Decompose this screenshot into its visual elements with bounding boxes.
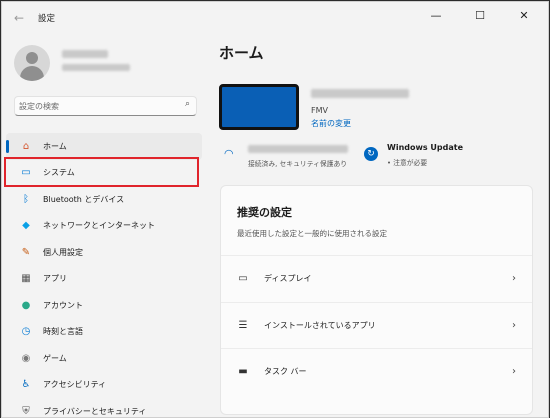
sidebar-item-label: ネットワークとインターネット	[43, 221, 155, 231]
network-status: 接続済み, セキュリティ保護あり	[248, 160, 348, 168]
user-email-redacted	[62, 64, 130, 71]
recommended-settings-card: 推奨の設定 最近使用した設定と一般的に使用される設定 ▭ ディスプレイ › ☰ インスト…	[220, 185, 533, 415]
sidebar-item-shield[interactable]: ⛨ プライバシーとセキュリティ	[6, 398, 202, 417]
app-list-icon: ☰	[238, 319, 248, 331]
avatar[interactable]	[14, 45, 50, 81]
windows-update-title[interactable]: Windows Update	[387, 143, 463, 152]
sidebar-item-label: Bluetooth とデバイス	[43, 194, 125, 204]
home-icon: ⌂	[22, 140, 30, 152]
sidebar-item-home[interactable]: ⌂ ホーム	[6, 133, 202, 160]
account-icon: ●	[21, 299, 31, 311]
chevron-right-icon: ›	[512, 273, 516, 284]
recommended-row-app-list[interactable]: ☰ インストールされているアプリ ›	[221, 301, 532, 348]
user-name-redacted	[62, 50, 108, 58]
recommended-row-label: インストールされているアプリ	[264, 320, 376, 330]
taskbar-icon: ▬	[238, 366, 248, 377]
sidebar-item-label: 時刻と言語	[43, 327, 83, 337]
device-image	[219, 84, 299, 130]
device-model: FMV	[311, 106, 328, 115]
sidebar-item-label: アカウント	[43, 300, 83, 310]
card-title: 推奨の設定	[237, 206, 292, 219]
maximize-button[interactable]: ☐	[458, 2, 502, 28]
card-subtitle: 最近使用した設定と一般的に使用される設定	[237, 229, 387, 238]
sidebar-item-label: アプリ	[43, 274, 67, 284]
rename-link[interactable]: 名前の変更	[311, 118, 351, 129]
sidebar-item-clock-language[interactable]: ◷ 時刻と言語	[6, 319, 202, 346]
chevron-right-icon: ›	[512, 366, 516, 377]
network-name-redacted	[248, 145, 348, 153]
recommended-row-taskbar[interactable]: ▬ タスク バー ›	[221, 348, 532, 394]
app-title: 設定	[38, 14, 56, 24]
avatar-head-icon	[26, 52, 38, 64]
sidebar-item-account[interactable]: ● アカウント	[6, 292, 202, 319]
back-arrow-icon[interactable]: ←	[10, 10, 28, 26]
chevron-right-icon: ›	[512, 319, 516, 331]
apps-icon: ▦	[21, 273, 31, 285]
sidebar-item-label: 個人用設定	[43, 247, 83, 257]
windows-update-status: • 注意が必要	[387, 159, 428, 167]
shield-icon: ⛨	[22, 405, 30, 417]
sidebar-item-bluetooth[interactable]: ᛒ Bluetooth とデバイス	[6, 186, 202, 213]
recommended-row-label: ディスプレイ	[264, 274, 312, 283]
clock-language-icon: ◷	[21, 326, 31, 338]
close-button[interactable]: ✕	[502, 2, 546, 28]
recommended-row-label: タスク バー	[264, 367, 307, 376]
sidebar-item-network[interactable]: ◆ ネットワークとインターネット	[6, 213, 202, 240]
sidebar-item-label: プライバシーとセキュリティ	[43, 406, 147, 416]
wifi-icon: ◠	[224, 147, 234, 160]
sidebar-item-label: アクセシビリティ	[43, 380, 107, 390]
device-name-redacted	[311, 89, 409, 98]
game-icon: ◉	[21, 352, 31, 364]
search-icon[interactable]: ⌕	[185, 99, 190, 109]
display-icon: ▭	[238, 273, 248, 284]
avatar-body-icon	[20, 66, 44, 81]
system-highlight-frame	[4, 157, 199, 187]
sidebar-item-apps[interactable]: ▦ アプリ	[6, 266, 202, 293]
title-bar: ← 設定 — ☐ ✕	[2, 2, 548, 34]
brush-icon: ✎	[21, 246, 31, 258]
recommended-row-display[interactable]: ▭ ディスプレイ ›	[221, 255, 532, 301]
bluetooth-icon: ᛒ	[23, 193, 29, 205]
minimize-button[interactable]: —	[414, 2, 458, 28]
sidebar-item-game[interactable]: ◉ ゲーム	[6, 345, 202, 372]
search-input[interactable]	[19, 99, 177, 113]
sidebar-item-label: ホーム	[43, 141, 67, 151]
sidebar-item-accessibility[interactable]: ♿ アクセシビリティ	[6, 372, 202, 399]
sidebar-item-label: ゲーム	[43, 353, 67, 363]
windows-update-icon: ↻	[364, 147, 378, 161]
settings-window: ← 設定 — ☐ ✕ ⌕ ⌂ホーム▭システムᛒBluetooth とデバイス◆ネ…	[1, 1, 549, 418]
page-title: ホーム	[219, 44, 264, 62]
sidebar-item-brush[interactable]: ✎ 個人用設定	[6, 239, 202, 266]
settings-search-box[interactable]: ⌕	[14, 96, 197, 116]
network-icon: ◆	[22, 220, 30, 232]
accessibility-icon: ♿	[21, 379, 31, 391]
